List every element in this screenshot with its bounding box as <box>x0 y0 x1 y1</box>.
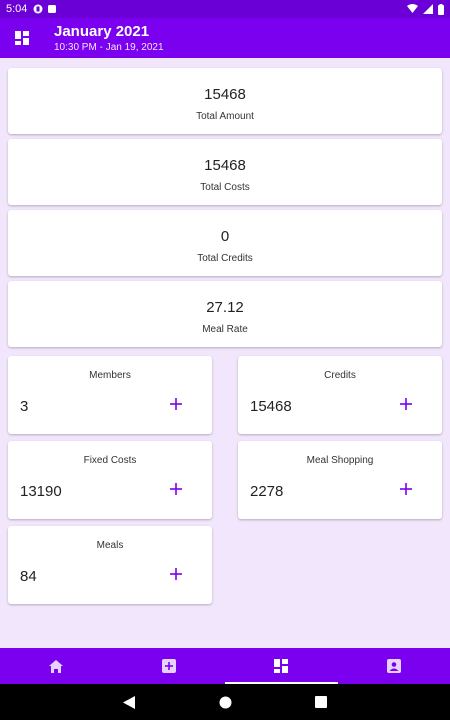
add-credit-button[interactable] <box>396 394 416 414</box>
meal-rate-card: 27.12 Meal Rate <box>8 281 442 347</box>
add-meal-button[interactable] <box>166 564 186 584</box>
wifi-icon <box>407 4 418 13</box>
total-credits-card: 0 Total Credits <box>8 210 442 276</box>
add-box-icon <box>161 659 176 673</box>
total-credits-label: Total Credits <box>197 253 253 264</box>
meal-shopping-label: Meal Shopping <box>306 455 374 466</box>
page-subtitle: 10:30 PM - Jan 19, 2021 <box>54 41 164 53</box>
members-card: Members 3 <box>8 356 212 434</box>
members-label: Members <box>89 370 131 381</box>
meals-value: 84 <box>20 568 37 585</box>
total-costs-label: Total Costs <box>200 182 250 193</box>
meal-rate-value: 27.12 <box>206 299 244 316</box>
bottom-navigation <box>0 648 450 684</box>
plus-icon <box>400 483 412 495</box>
add-meal-shopping-button[interactable] <box>396 479 416 499</box>
dashboard-menu-button[interactable] <box>2 18 42 58</box>
nav-account[interactable] <box>338 648 450 684</box>
battery-icon <box>438 3 444 15</box>
credits-card: Credits 15468 <box>238 356 442 434</box>
meal-rate-label: Meal Rate <box>202 324 248 335</box>
plus-icon <box>400 398 412 410</box>
fixed-costs-label: Fixed Costs <box>83 455 137 466</box>
credits-value: 15468 <box>250 398 292 415</box>
fixed-costs-value: 13190 <box>20 483 62 500</box>
plus-icon <box>170 483 182 495</box>
add-member-button[interactable] <box>166 394 186 414</box>
notification-icon <box>33 4 43 14</box>
nav-dashboard[interactable] <box>225 648 338 684</box>
total-amount-card: 15468 Total Amount <box>8 68 442 134</box>
system-navigation-bar <box>0 684 450 720</box>
plus-icon <box>170 398 182 410</box>
fixed-costs-card: Fixed Costs 13190 <box>8 441 212 519</box>
account-box-icon <box>386 659 401 673</box>
meals-card: Meals 84 <box>8 526 212 604</box>
home-icon <box>49 659 64 673</box>
recents-icon <box>315 696 327 708</box>
home-circle-icon <box>219 696 231 708</box>
meal-shopping-card: Meal Shopping 2278 <box>238 441 442 519</box>
total-amount-label: Total Amount <box>196 111 254 122</box>
back-button[interactable] <box>122 695 136 709</box>
app-bar: January 2021 10:30 PM - Jan 19, 2021 <box>0 18 450 58</box>
total-credits-value: 0 <box>220 228 230 245</box>
page-title: January 2021 <box>54 22 150 40</box>
dashboard-icon <box>15 31 29 45</box>
add-fixed-cost-button[interactable] <box>166 479 186 499</box>
total-costs-value: 15468 <box>204 157 246 174</box>
dashboard-icon <box>274 659 289 673</box>
plus-icon <box>170 568 182 580</box>
total-amount-value: 15468 <box>204 86 246 103</box>
back-icon <box>123 695 135 709</box>
nav-add[interactable] <box>113 648 226 684</box>
signal-icon <box>423 4 433 14</box>
members-value: 3 <box>20 398 29 415</box>
status-time: 5:04 <box>6 3 28 15</box>
nav-home[interactable] <box>0 648 113 684</box>
home-button[interactable] <box>218 695 232 709</box>
notification-icon-2 <box>48 5 57 13</box>
total-costs-card: 15468 Total Costs <box>8 139 442 205</box>
credits-label: Credits <box>324 370 356 381</box>
meals-label: Meals <box>96 540 124 551</box>
recents-button[interactable] <box>314 695 328 709</box>
meal-shopping-value: 2278 <box>250 483 284 500</box>
status-bar: 5:04 <box>0 0 450 18</box>
